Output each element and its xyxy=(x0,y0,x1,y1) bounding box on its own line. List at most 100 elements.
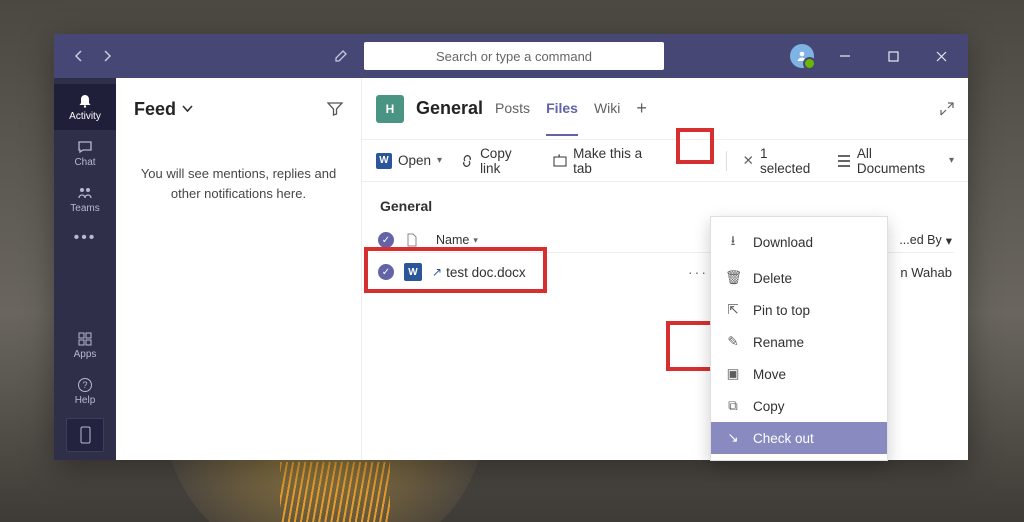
make-tab-button[interactable]: Make this a tab xyxy=(553,146,664,176)
chevron-down-icon: ▾ xyxy=(949,155,954,166)
more-icon: ··· xyxy=(685,153,705,169)
more-icon: ••• xyxy=(74,229,97,247)
ctx-pin[interactable]: ⇱ Pin to top xyxy=(711,294,887,326)
bell-icon xyxy=(77,93,93,109)
chevron-down-icon: ▾ xyxy=(437,155,442,166)
tab-wiki[interactable]: Wiki xyxy=(594,82,620,136)
copy-icon: ⧉ xyxy=(725,398,741,414)
rail-activity[interactable]: Activity xyxy=(54,84,116,130)
column-modified-by[interactable]: ...ed By ▾ xyxy=(899,233,952,248)
list-icon xyxy=(837,155,851,167)
file-name: test doc.docx xyxy=(446,265,526,280)
help-icon: ? xyxy=(77,377,93,393)
rail-label: Chat xyxy=(74,157,95,168)
feed-title-dropdown[interactable]: Feed xyxy=(134,99,193,120)
files-area: General ✓ Name ▾ ...ed By ▾ xyxy=(362,182,968,460)
ctx-label: Pin to top xyxy=(753,303,810,318)
move-icon: ▣ xyxy=(725,366,741,382)
app-window: Search or type a command xyxy=(54,34,968,460)
all-docs-label: All Documents xyxy=(857,146,943,176)
tab-files[interactable]: Files xyxy=(546,82,578,136)
select-all-checkbox[interactable]: ✓ xyxy=(378,232,394,248)
copy-link-button[interactable]: Copy link xyxy=(460,146,535,176)
ctx-delete[interactable]: 🗑 Delete xyxy=(711,262,887,294)
rail-chat[interactable]: Chat xyxy=(54,130,116,176)
column-name[interactable]: Name ▾ xyxy=(436,233,478,247)
file-type-column-icon xyxy=(404,232,420,248)
chevron-down-icon xyxy=(182,105,193,113)
ctx-label: Copy xyxy=(753,399,785,414)
device-icon xyxy=(80,426,91,444)
pin-icon: ⇱ xyxy=(725,302,741,318)
chat-icon xyxy=(77,139,93,155)
feed-panel: Feed You will see mentions, replies and … xyxy=(116,78,362,460)
ctx-rename[interactable]: ✎ Rename xyxy=(711,326,887,358)
row-more-button[interactable]: ··· xyxy=(688,264,708,280)
chevron-down-icon: ▾ xyxy=(473,235,478,246)
trash-icon: 🗑 xyxy=(725,270,741,286)
close-icon: ✕ xyxy=(743,153,754,169)
teams-icon xyxy=(77,185,93,201)
nav-back-button[interactable] xyxy=(66,43,92,69)
svg-text:?: ? xyxy=(82,380,87,390)
ctx-move[interactable]: ▣ Move xyxy=(711,358,887,390)
tab-add-button[interactable]: + xyxy=(636,98,647,119)
compose-button[interactable] xyxy=(328,43,354,69)
feed-title: Feed xyxy=(134,99,176,120)
ctx-label: Check out xyxy=(753,431,814,446)
open-button[interactable]: W Open ▾ xyxy=(376,153,442,169)
rail-device[interactable] xyxy=(66,418,104,452)
word-icon: W xyxy=(376,153,392,169)
selected-text: 1 selected xyxy=(760,146,821,176)
titlebar: Search or type a command xyxy=(54,34,968,78)
search-input[interactable]: Search or type a command xyxy=(364,42,664,70)
tab-icon xyxy=(553,154,567,168)
ctx-copy[interactable]: ⧉ Copy xyxy=(711,390,887,422)
rail-help[interactable]: ? Help xyxy=(54,368,116,414)
link-icon xyxy=(460,154,474,168)
files-toolbar: W Open ▾ Copy link Make this a tab ··· xyxy=(362,140,968,182)
download-icon: ⭳ xyxy=(725,231,741,254)
minimize-button[interactable] xyxy=(828,41,862,71)
ctx-label: Delete xyxy=(753,271,792,286)
rail-label: Teams xyxy=(70,203,99,214)
rail-more[interactable]: ••• xyxy=(54,222,116,254)
checkout-icon: ↘ xyxy=(725,430,741,446)
toolbar-divider xyxy=(726,151,727,171)
column-name-label: Name xyxy=(436,233,469,247)
tab-posts[interactable]: Posts xyxy=(495,82,530,136)
rail-label: Apps xyxy=(74,349,97,360)
clear-selection-button[interactable]: ✕ 1 selected xyxy=(743,146,821,176)
row-checkbox[interactable]: ✓ xyxy=(378,264,394,280)
view-dropdown[interactable]: All Documents ▾ xyxy=(837,146,954,176)
channel-title: General xyxy=(416,98,483,119)
maximize-button[interactable] xyxy=(876,41,910,71)
copy-link-label: Copy link xyxy=(480,146,535,176)
feed-empty-message: You will see mentions, replies and other… xyxy=(140,164,337,203)
checked-out-icon: ↗ xyxy=(432,265,442,279)
ctx-label: Rename xyxy=(753,335,804,350)
apps-icon xyxy=(77,331,93,347)
filter-button[interactable] xyxy=(327,101,343,117)
ctx-checkout[interactable]: ↘ Check out xyxy=(711,422,887,454)
rename-icon: ✎ xyxy=(725,334,741,350)
app-rail: Activity Chat Teams ••• Apps xyxy=(54,78,116,460)
folder-title: General xyxy=(380,198,950,214)
open-label: Open xyxy=(398,153,431,168)
expand-button[interactable] xyxy=(940,102,954,116)
column-modified-by-label: ...ed By xyxy=(899,233,941,247)
close-button[interactable] xyxy=(924,41,958,71)
make-tab-label: Make this a tab xyxy=(573,146,664,176)
toolbar-more-button[interactable]: ··· xyxy=(682,148,708,174)
rail-label: Help xyxy=(75,395,96,406)
nav-forward-button[interactable] xyxy=(94,43,120,69)
word-icon: W xyxy=(404,263,422,281)
ctx-download[interactable]: ⭳ Download xyxy=(711,223,887,262)
avatar[interactable] xyxy=(790,44,814,68)
rail-apps[interactable]: Apps xyxy=(54,322,116,368)
team-badge: H xyxy=(376,95,404,123)
rail-teams[interactable]: Teams xyxy=(54,176,116,222)
ctx-label: Move xyxy=(753,367,786,382)
ctx-label: Download xyxy=(753,235,813,250)
rail-label: Activity xyxy=(69,111,101,122)
